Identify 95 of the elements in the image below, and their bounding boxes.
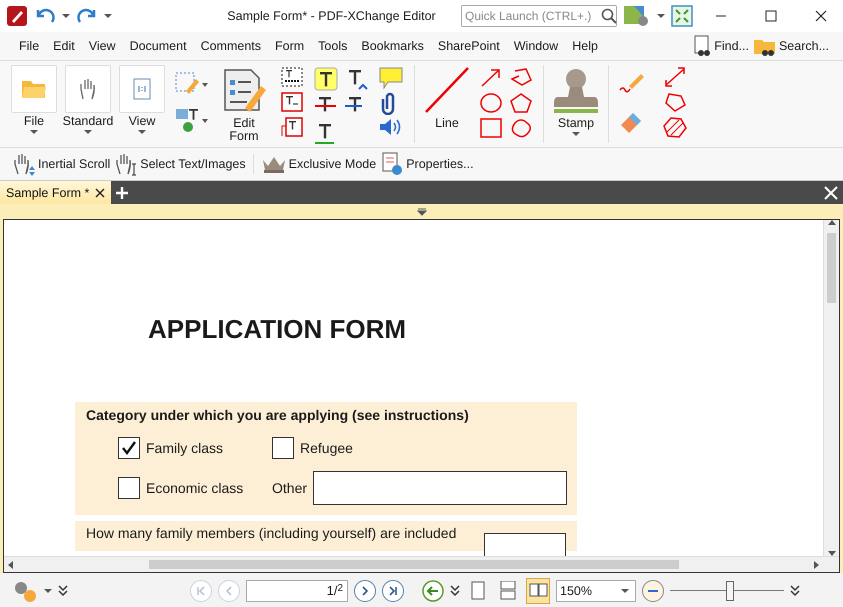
- close-icon: [815, 10, 827, 22]
- collapse-icon[interactable]: [416, 208, 426, 216]
- typewriter-icon[interactable]: [314, 67, 338, 91]
- area-icon[interactable]: [663, 116, 687, 138]
- search-icon: [601, 8, 617, 24]
- caret-icon[interactable]: [657, 14, 665, 18]
- add-text-image-icon[interactable]: [174, 71, 208, 95]
- window-title: Sample Form* - PDF-XChange Editor: [226, 9, 437, 23]
- add-image-text-icon[interactable]: [174, 107, 208, 133]
- hand-icon: [12, 152, 36, 176]
- edit-form-button[interactable]: Edit Form: [216, 65, 272, 147]
- cloud-icon[interactable]: [509, 117, 533, 139]
- double-chevron-icon[interactable]: [450, 584, 460, 596]
- last-page-icon: [388, 586, 398, 596]
- new-tab-icon[interactable]: [115, 186, 130, 200]
- section-heading: Category under which you are applying (see instructions): [86, 407, 470, 423]
- menu-item[interactable]: Window: [506, 36, 566, 56]
- scroll-left-icon: [8, 560, 13, 568]
- option-label: Refugee: [300, 440, 353, 456]
- back-icon[interactable]: [422, 580, 444, 602]
- search-button[interactable]: Search...: [752, 35, 829, 57]
- page-layout-button[interactable]: [526, 578, 550, 604]
- menu-item[interactable]: Tools: [311, 36, 354, 56]
- checkbox[interactable]: [118, 477, 140, 499]
- chevron-right-icon: [360, 586, 370, 596]
- menu-item[interactable]: Document: [122, 36, 194, 56]
- page-icon: [133, 78, 151, 100]
- document-tab[interactable]: Sample Form *: [0, 181, 112, 204]
- option-label: Family class: [146, 440, 224, 456]
- stamp-button[interactable]: Stamp: [552, 65, 600, 147]
- note-icon[interactable]: [378, 66, 404, 90]
- oval-icon[interactable]: [479, 92, 503, 114]
- next-page-button[interactable]: [354, 580, 376, 602]
- caret-icon[interactable]: [44, 588, 52, 592]
- text-field-icon[interactable]: [280, 66, 304, 88]
- distance-icon[interactable]: [663, 66, 687, 88]
- vertical-scrollbar[interactable]: [823, 220, 839, 556]
- caret-icon[interactable]: [62, 14, 70, 18]
- double-chevron-icon[interactable]: [790, 584, 800, 596]
- menu-item[interactable]: Edit: [46, 36, 82, 56]
- pencil-icon[interactable]: [619, 72, 645, 96]
- chevron-left-icon: [224, 586, 234, 596]
- perimeter-icon[interactable]: [663, 90, 687, 113]
- question-text: How many family members (including yourself) are included: [86, 525, 456, 541]
- menu-item[interactable]: Bookmarks: [354, 36, 431, 56]
- option-label: Economic class: [146, 480, 244, 496]
- close-icon[interactable]: [824, 186, 838, 200]
- stamp-icon: [554, 67, 598, 113]
- select-text-button[interactable]: Select Text/Images: [114, 152, 246, 176]
- inertial-scroll-button[interactable]: Inertial Scroll: [12, 152, 110, 176]
- exclusive-mode-button[interactable]: Exclusive Mode: [260, 154, 376, 174]
- last-page-button[interactable]: [382, 580, 404, 602]
- checkbox[interactable]: [272, 437, 294, 459]
- maximize-icon: [765, 10, 777, 22]
- menu-item[interactable]: Form: [268, 36, 312, 56]
- form-title: APPLICATION FORM: [148, 314, 408, 346]
- find-button[interactable]: Find...: [692, 35, 749, 57]
- scroll-thumb[interactable]: [148, 560, 678, 569]
- folder-icon: [21, 78, 47, 100]
- app-logo-icon[interactable]: [6, 5, 28, 27]
- close-icon: [95, 188, 106, 198]
- rectangle-icon[interactable]: [479, 117, 503, 139]
- quick-launch-field[interactable]: Quick Launch (CTRL+.): [461, 5, 617, 27]
- zoom-out-button[interactable]: [642, 580, 664, 602]
- checkbox[interactable]: [118, 437, 140, 459]
- callout-icon[interactable]: [280, 116, 304, 138]
- menu-item[interactable]: Comments: [194, 36, 268, 56]
- scroll-thumb[interactable]: [827, 233, 836, 303]
- answer-field[interactable]: [484, 533, 566, 556]
- caret-icon[interactable]: [104, 14, 112, 18]
- hand-cursor-icon: [114, 152, 138, 176]
- menu-item[interactable]: File: [12, 36, 46, 56]
- menu-item[interactable]: Help: [565, 36, 605, 56]
- minus-icon: [648, 590, 658, 592]
- menu-item[interactable]: View: [82, 36, 123, 56]
- zoom-dropdown[interactable]: 150%: [556, 580, 636, 602]
- horizontal-scrollbar[interactable]: [4, 556, 839, 572]
- fullscreen-icon[interactable]: [671, 5, 693, 27]
- properties-button[interactable]: Properties...: [380, 152, 474, 176]
- text-box-icon[interactable]: [280, 90, 304, 113]
- polygon-icon[interactable]: [509, 92, 533, 114]
- document-gear-icon: [380, 152, 404, 176]
- arrow-icon[interactable]: [479, 67, 503, 89]
- line-button[interactable]: Line: [423, 65, 471, 147]
- slider-thumb[interactable]: [726, 580, 734, 600]
- scroll-right-icon: [814, 560, 819, 568]
- double-chevron-icon[interactable]: [58, 584, 68, 596]
- line-icon: [424, 66, 470, 114]
- menu-item[interactable]: SharePoint: [430, 36, 507, 56]
- first-page-icon: [196, 586, 206, 596]
- hand-icon: [78, 77, 98, 101]
- scroll-up-icon: [828, 220, 836, 225]
- settings-icon[interactable]: [623, 5, 651, 27]
- field-label: Other: [272, 480, 308, 496]
- other-input-field[interactable]: [313, 471, 568, 505]
